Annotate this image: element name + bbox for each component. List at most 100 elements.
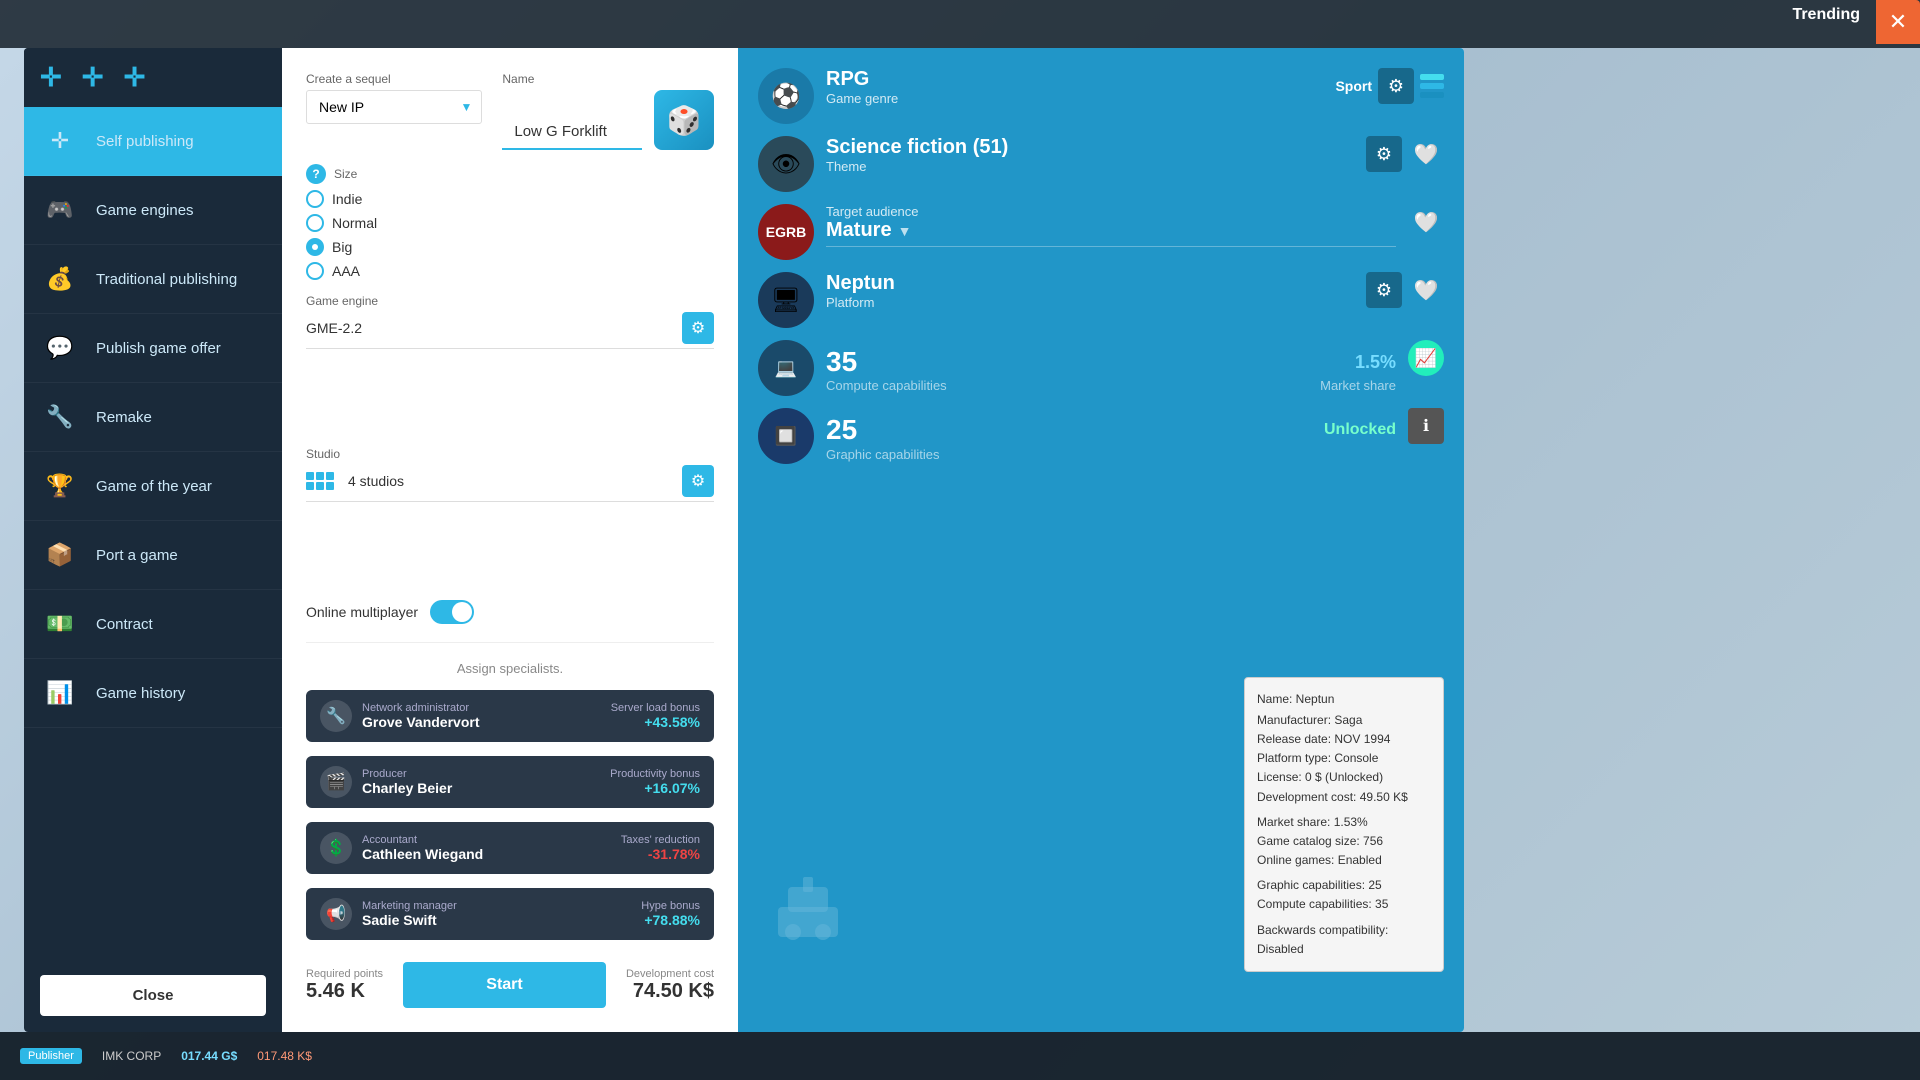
compute-trend-icon: 📈 — [1408, 340, 1444, 376]
add-icon-2[interactable]: ✛ — [82, 62, 104, 93]
studio-settings-icon[interactable]: ⚙ — [682, 465, 714, 497]
bottom-publisher: Publisher — [20, 1048, 82, 1064]
network-admin-info: Network administrator Grove Vandervort — [362, 702, 480, 730]
theme-icon: 👁 — [758, 136, 814, 192]
sidebar-item-label-remake: Remake — [96, 409, 152, 426]
audience-dropdown-icon[interactable]: ▼ — [898, 223, 912, 239]
sequel-select[interactable]: New IP — [306, 90, 482, 124]
specialist-network-admin[interactable]: 🔧 Network administrator Grove Vandervort… — [306, 690, 714, 742]
game-engine-label: Game engine — [306, 294, 714, 308]
accountant-icon: 💲 — [320, 832, 352, 864]
bar-1 — [1420, 74, 1444, 80]
bottom-value-1: 017.44 G$ — [181, 1049, 237, 1063]
name-input-row: 🎲 — [502, 90, 714, 150]
main-panel: ✛ ✛ ✛ ✛ Self publishing 🎮 Game engines 💰… — [24, 48, 1464, 1032]
add-icon-3[interactable]: ✛ — [124, 62, 146, 93]
required-points-value: 5.46 K — [306, 980, 383, 1003]
tooltip-backwards: Backwards compatibility: Disabled — [1257, 921, 1431, 959]
compute-stat-row: 35 1.5% — [826, 346, 1396, 378]
sidebar-item-label-game-history: Game history — [96, 685, 185, 702]
online-multiplayer-toggle[interactable] — [430, 600, 474, 624]
platform-icon: 🖥 — [758, 272, 814, 328]
sidebar-item-label-self-publishing: Self publishing — [96, 133, 194, 150]
size-big-radio[interactable] — [306, 238, 324, 256]
start-button[interactable]: Start — [403, 962, 606, 1008]
sidebar-item-game-history[interactable]: 📊 Game history — [24, 659, 282, 728]
specialist-accountant[interactable]: 💲 Accountant Cathleen Wiegand Taxes' red… — [306, 822, 714, 874]
top-bar: Trending — [0, 0, 1920, 48]
g4 — [306, 482, 314, 490]
theme-settings-icon[interactable]: ⚙ — [1366, 136, 1402, 172]
self-publishing-icon: ✛ — [40, 121, 80, 161]
sidebar-item-self-publishing[interactable]: ✛ Self publishing — [24, 107, 282, 176]
network-admin-bonus-value: +43.58% — [611, 714, 700, 730]
game-engine-group: Game engine ⚙ — [306, 294, 714, 433]
add-icon-1[interactable]: ✛ — [40, 62, 62, 93]
sidebar: ✛ ✛ ✛ ✛ Self publishing 🎮 Game engines 💰… — [24, 48, 282, 1032]
sidebar-item-game-of-the-year[interactable]: 🏆 Game of the year — [24, 452, 282, 521]
required-points-stat: Required points 5.46 K — [306, 968, 383, 1003]
game-of-the-year-icon: 🏆 — [40, 466, 80, 506]
genre-info: RPG Game genre — [826, 68, 898, 106]
sidebar-item-game-engines[interactable]: 🎮 Game engines — [24, 176, 282, 245]
platform-heart-icon[interactable]: 🤍 — [1408, 272, 1444, 308]
game-engine-input[interactable] — [306, 320, 674, 336]
size-help-icon[interactable]: ? — [306, 164, 326, 184]
platform-sublabel: Platform — [826, 295, 895, 310]
graphic-value: 25 — [826, 414, 857, 446]
platform-actions: ⚙ 🤍 — [1366, 272, 1444, 308]
graphic-info-icon[interactable]: ℹ — [1408, 408, 1444, 444]
genre-settings-icon[interactable]: ⚙ — [1378, 68, 1414, 104]
compute-info: 35 1.5% Compute capabilities Market shar… — [826, 340, 1396, 393]
genre-action-label: Sport — [1335, 78, 1372, 94]
name-input[interactable] — [502, 115, 642, 150]
close-x-button[interactable]: ✕ — [1876, 0, 1920, 44]
g5 — [316, 482, 324, 490]
network-admin-name: Grove Vandervort — [362, 714, 480, 730]
sidebar-item-remake[interactable]: 🔧 Remake — [24, 383, 282, 452]
sidebar-item-traditional-publishing[interactable]: 💰 Traditional publishing — [24, 245, 282, 314]
specialist-producer-left: 🎬 Producer Charley Beier — [320, 766, 452, 798]
platform-illustration — [768, 867, 848, 952]
bottom-stat-2: 017.48 K$ — [257, 1049, 312, 1063]
online-multiplayer-label: Online multiplayer — [306, 604, 418, 620]
specialist-producer[interactable]: 🎬 Producer Charley Beier Productivity bo… — [306, 756, 714, 808]
content-area: Create a sequel New IP ▼ Name 🎲 — [282, 48, 1464, 1032]
platform-settings-icon[interactable]: ⚙ — [1366, 272, 1402, 308]
tooltip-online-games: Online games: Enabled — [1257, 851, 1431, 870]
game-engine-settings-icon[interactable]: ⚙ — [682, 312, 714, 344]
g6 — [326, 482, 334, 490]
specialist-marketing-manager[interactable]: 📢 Marketing manager Sadie Swift Hype bon… — [306, 888, 714, 940]
audience-heart-icon[interactable]: 🤍 — [1408, 204, 1444, 240]
sidebar-item-contract[interactable]: 💵 Contract — [24, 590, 282, 659]
audience-info: Target audience Mature ▼ — [826, 204, 1396, 247]
contract-icon: 💵 — [40, 604, 80, 644]
size-normal-radio[interactable] — [306, 214, 324, 232]
sidebar-item-publish-game-offer[interactable]: 💬 Publish game offer — [24, 314, 282, 383]
size-indie-radio[interactable] — [306, 190, 324, 208]
sidebar-top-icons: ✛ ✛ ✛ — [24, 48, 282, 107]
size-normal[interactable]: Normal — [306, 214, 714, 232]
producer-bonus-value: +16.07% — [610, 780, 700, 796]
audience-label: Target audience — [826, 204, 1396, 219]
remake-icon: 🔧 — [40, 397, 80, 437]
accountant-name: Cathleen Wiegand — [362, 846, 483, 862]
size-header: ? Size — [306, 164, 714, 184]
bottom-imk-corp: IMK CORP — [102, 1049, 161, 1063]
size-big[interactable]: Big — [306, 238, 714, 256]
sidebar-item-port-a-game[interactable]: 📦 Port a game — [24, 521, 282, 590]
studio-group: Studio 4 studios ⚙ — [306, 447, 714, 586]
studio-grid-row: 4 studios — [306, 472, 404, 490]
size-indie[interactable]: Indie — [306, 190, 714, 208]
theme-heart-icon[interactable]: 🤍 — [1408, 136, 1444, 172]
size-aaa[interactable]: AAA — [306, 262, 714, 280]
name-label: Name — [502, 72, 714, 86]
size-aaa-radio[interactable] — [306, 262, 324, 280]
form-footer: Required points 5.46 K Start Development… — [306, 962, 714, 1008]
size-aaa-label: AAA — [332, 263, 360, 279]
game-form: Create a sequel New IP ▼ Name 🎲 — [282, 48, 738, 1032]
dev-cost-label: Development cost — [626, 968, 714, 980]
theme-info: Science fiction (51) Theme — [826, 136, 1008, 174]
studio-label: Studio — [306, 447, 714, 461]
close-button[interactable]: Close — [40, 975, 266, 1016]
